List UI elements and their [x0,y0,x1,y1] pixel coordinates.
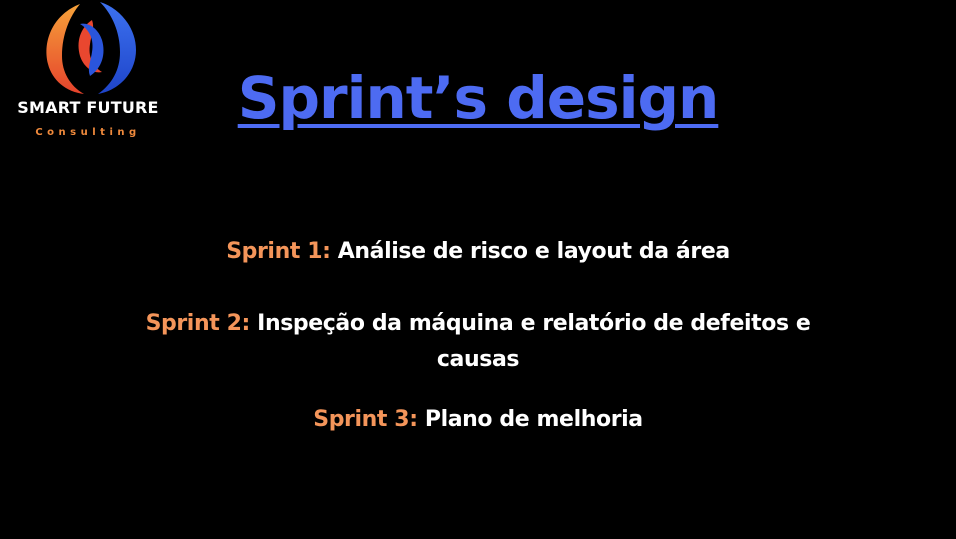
sprint-label: Sprint 2: [145,311,251,336]
slide: SMART FUTURE Consulting Sprint’s design … [0,0,956,539]
sprint-description: Análise de risco e layout da área [337,239,730,264]
sprint-item: Sprint 3: Plano de melhoria [120,402,836,438]
slide-title: Sprint’s design [237,64,720,132]
sprint-description: Plano de melhoria [424,407,643,432]
sprint-label: Sprint 3: [313,407,418,432]
sprint-description: Inspeção da máquina e relatório de defei… [257,311,811,372]
sprint-list: Sprint 1: Análise de risco e layout da á… [120,234,836,474]
sprint-label: Sprint 1: [226,239,331,264]
sprint-item: Sprint 2: Inspeção da máquina e relatóri… [120,306,836,378]
sprint-item: Sprint 1: Análise de risco e layout da á… [120,234,836,270]
